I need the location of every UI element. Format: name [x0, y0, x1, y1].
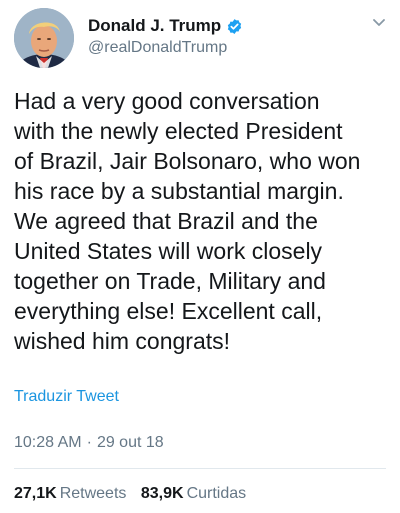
name-row: Donald J. Trump	[88, 15, 348, 37]
author-handle[interactable]: @realDonaldTrump	[88, 39, 348, 57]
avatar[interactable]	[14, 8, 74, 68]
tweet-time: 10:28 AM	[14, 434, 82, 451]
retweets-count: 27,1K	[14, 485, 57, 502]
verified-badge-icon	[226, 18, 243, 35]
likes-stat[interactable]: 83,9K Curtidas	[141, 485, 246, 503]
tweet-header: Donald J. Trump @realDonaldTrump	[0, 0, 400, 80]
tweet-timestamp[interactable]: 10:28 AM · 29 out 18	[14, 434, 164, 452]
tweet-date: 29 out 18	[96, 434, 164, 451]
author-display-name[interactable]: Donald J. Trump	[88, 16, 221, 36]
translate-tweet-link[interactable]: Traduzir Tweet	[14, 388, 119, 406]
likes-label: Curtidas	[186, 485, 247, 502]
tweet-stats: 27,1K Retweets 83,9K Curtidas	[14, 485, 256, 503]
divider	[14, 468, 386, 469]
avatar-image	[14, 8, 74, 68]
likes-count: 83,9K	[140, 485, 184, 502]
author-block: Donald J. Trump @realDonaldTrump	[88, 15, 348, 57]
retweets-label: Retweets	[59, 485, 127, 502]
chevron-down-icon[interactable]	[371, 14, 387, 30]
tweet-text: Had a very good conversation with the ne…	[14, 88, 361, 354]
retweets-stat[interactable]: 27,1K Retweets	[14, 485, 126, 503]
timestamp-separator: ·	[86, 434, 92, 451]
